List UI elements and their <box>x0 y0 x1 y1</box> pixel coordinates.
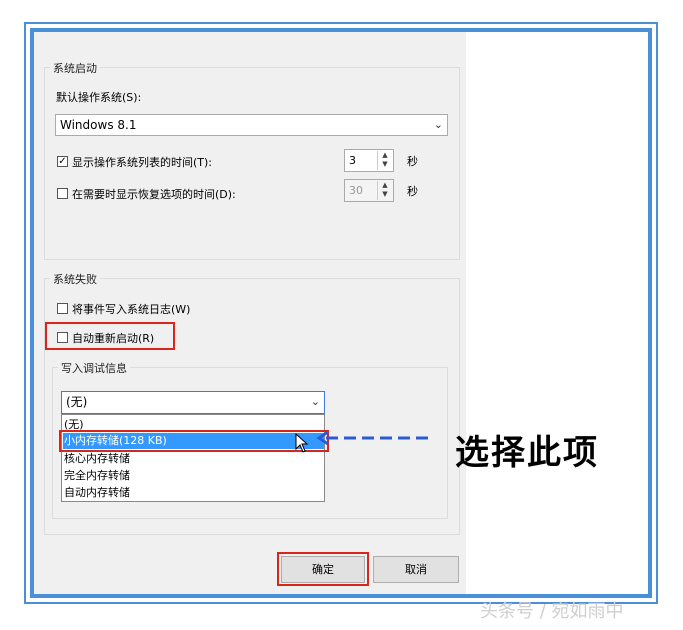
show-recovery-time-value: 30 <box>349 184 363 197</box>
debug-info-group-title: 写入调试信息 <box>58 360 130 376</box>
watermark: 头条号 / 宛如雨中 <box>480 601 624 622</box>
mouse-cursor-icon <box>295 433 309 453</box>
list-item[interactable]: 自动内存转储 <box>64 485 130 501</box>
spin-arrows-icon[interactable]: ▲ ▼ <box>377 181 392 200</box>
default-os-value: Windows 8.1 <box>60 118 137 132</box>
debug-info-dropdown-list: (无) 小内存转储(128 KB) 核心内存转储 完全内存转储 自动内存转储 <box>61 414 325 502</box>
chevron-down-icon: ⌄ <box>310 395 320 408</box>
write-event-checkbox[interactable] <box>57 303 68 314</box>
show-list-time-spinner[interactable]: 3 ▲ ▼ <box>344 149 394 172</box>
default-os-label: 默认操作系统(S): <box>56 91 142 104</box>
show-list-time-value: 3 <box>349 154 356 167</box>
cancel-button[interactable]: 取消 <box>373 556 459 583</box>
show-recovery-unit: 秒 <box>407 185 418 198</box>
spin-arrows-icon[interactable]: ▲ ▼ <box>377 151 392 170</box>
debug-info-value: (无) <box>66 395 88 409</box>
annotation-text: 选择此项 <box>455 433 599 473</box>
show-recovery-label: 在需要时显示恢复选项的时间(D): <box>72 188 236 201</box>
small-dump-highlight <box>59 430 329 452</box>
startup-group-title: 系统启动 <box>50 60 100 76</box>
show-list-unit: 秒 <box>407 155 418 168</box>
show-recovery-time-spinner[interactable]: 30 ▲ ▼ <box>344 179 394 202</box>
show-list-checkbox[interactable]: ✓ <box>57 156 68 167</box>
list-item[interactable]: 完全内存转储 <box>64 468 130 484</box>
failure-group-title: 系统失败 <box>50 271 100 287</box>
show-list-label: 显示操作系统列表的时间(T): <box>72 156 213 169</box>
write-event-label: 将事件写入系统日志(W) <box>72 303 191 316</box>
auto-restart-highlight <box>45 322 175 350</box>
dashed-arrow-icon <box>316 430 428 446</box>
list-item[interactable]: 核心内存转储 <box>64 451 130 467</box>
chevron-down-icon: ⌄ <box>433 118 443 131</box>
default-os-select[interactable]: Windows 8.1 ⌄ <box>55 114 448 136</box>
show-recovery-checkbox[interactable] <box>57 188 68 199</box>
debug-info-select[interactable]: (无) ⌄ <box>61 391 325 414</box>
ok-button-highlight <box>277 552 369 586</box>
